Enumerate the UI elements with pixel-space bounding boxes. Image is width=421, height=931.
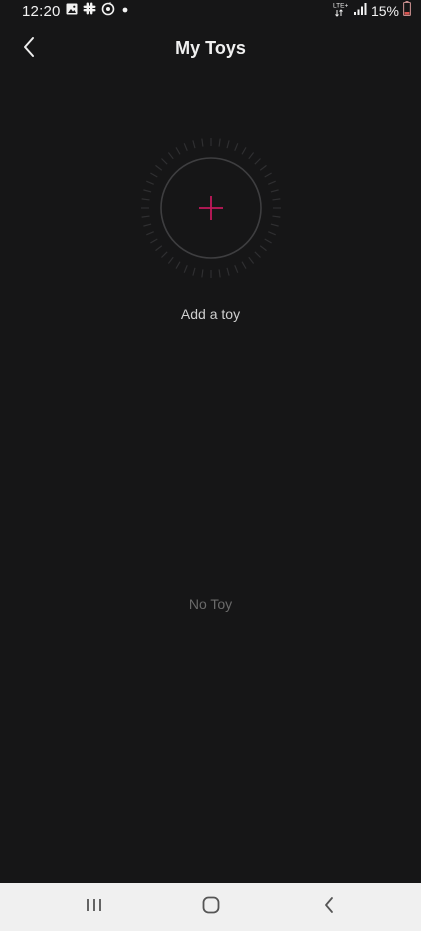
- add-toy-button[interactable]: [140, 137, 282, 279]
- empty-state-text: No Toy: [188, 596, 233, 612]
- ring-tick: [146, 231, 154, 236]
- recent-apps-icon: [85, 897, 103, 918]
- svg-text:LTE+: LTE+: [333, 2, 348, 9]
- ring-tick: [150, 238, 158, 244]
- add-toy-label: Add a toy: [180, 306, 241, 322]
- ring-tick: [155, 164, 163, 171]
- add-toy-circle: [141, 138, 281, 278]
- ring-tick: [201, 138, 204, 147]
- ring-tick: [167, 152, 174, 160]
- ring-tick: [141, 198, 150, 201]
- status-bar: 12:20 LTE+ 15%: [0, 0, 421, 24]
- ring-tick: [248, 152, 255, 160]
- notification-icons: [66, 1, 130, 21]
- recent-apps-button[interactable]: [74, 893, 114, 921]
- ring-tick: [226, 267, 230, 276]
- slack-icon: [83, 2, 96, 20]
- ring-tick: [234, 143, 239, 151]
- ring-tick: [268, 180, 276, 185]
- ring-tick: [175, 147, 181, 155]
- ring-tick: [183, 265, 188, 273]
- back-icon: [323, 896, 335, 919]
- ring-tick: [218, 138, 221, 147]
- ring-tick: [264, 172, 272, 178]
- ring-tick: [150, 172, 158, 178]
- ring-tick: [143, 189, 152, 193]
- gallery-icon: [66, 2, 78, 20]
- ring-tick: [234, 265, 239, 273]
- ring-tick: [143, 223, 152, 227]
- ring-tick: [270, 189, 279, 193]
- ring-tick: [270, 223, 279, 227]
- page-title: My Toys: [175, 38, 246, 58]
- ring-tick: [192, 267, 196, 276]
- signal-icon: [353, 2, 367, 21]
- ring-tick: [161, 251, 168, 258]
- navigation-bar: [0, 883, 421, 931]
- plus-icon: [199, 196, 223, 220]
- ring-tick: [155, 245, 163, 252]
- battery-low-icon: [403, 1, 411, 21]
- ring-tick: [226, 140, 230, 149]
- ring-tick: [192, 140, 196, 149]
- ring-tick: [167, 256, 174, 264]
- ring-tick: [254, 251, 261, 258]
- sync-icon: [101, 1, 115, 21]
- ring-tick: [259, 245, 267, 252]
- battery-percentage: 15%: [370, 3, 399, 19]
- dot-icon: [120, 2, 130, 20]
- ring-tick: [146, 180, 154, 185]
- ring-tick: [241, 147, 247, 155]
- ring-tick: [254, 158, 261, 165]
- ring-tick: [264, 238, 272, 244]
- ring-tick: [141, 215, 150, 218]
- system-back-button[interactable]: [309, 893, 349, 921]
- ring-tick: [161, 158, 168, 165]
- ring-tick: [218, 269, 221, 278]
- ring-tick: [272, 198, 281, 201]
- ring-tick: [183, 143, 188, 151]
- ring-tick: [175, 261, 181, 269]
- status-time: 12:20: [22, 3, 61, 20]
- ring-tick: [272, 215, 281, 218]
- system-icons: LTE+ 15%: [333, 1, 411, 22]
- ring-tick: [259, 164, 267, 171]
- ring-tick: [248, 256, 255, 264]
- home-button[interactable]: [191, 893, 231, 921]
- ring-tick: [268, 231, 276, 236]
- ring-tick: [241, 261, 247, 269]
- ring-tick: [201, 269, 204, 278]
- app-header: My Toys: [0, 26, 421, 72]
- home-icon: [202, 896, 220, 919]
- lte-icon: LTE+: [333, 1, 349, 22]
